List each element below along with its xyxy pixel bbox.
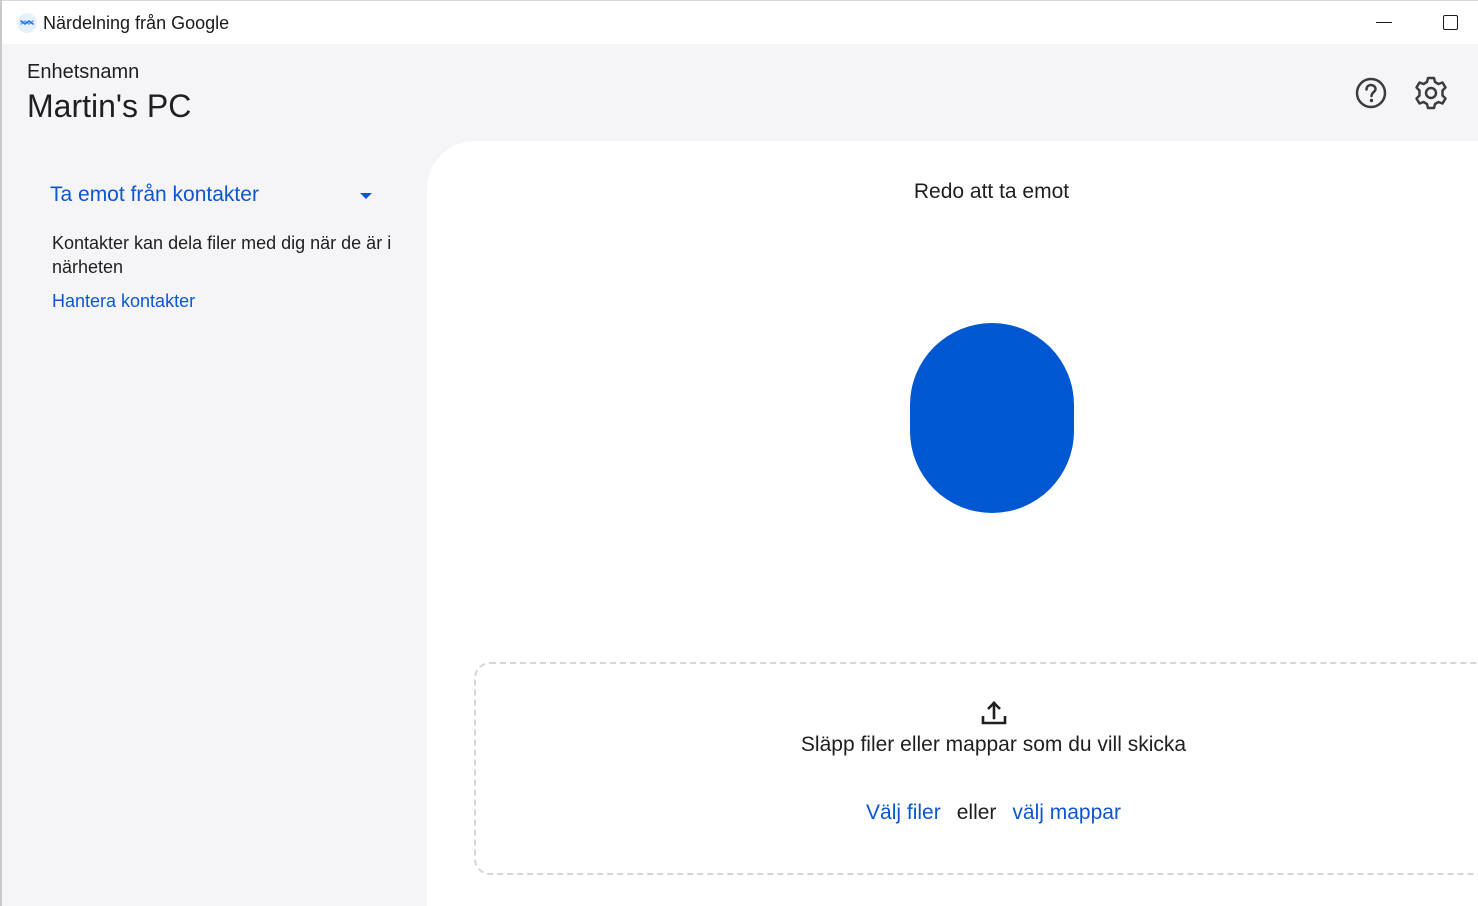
device-blob bbox=[910, 323, 1074, 513]
caret-down-icon bbox=[360, 193, 372, 199]
device-name: Martin's PC bbox=[27, 88, 192, 124]
minimize-icon bbox=[1376, 22, 1392, 23]
maximize-icon bbox=[1443, 15, 1458, 30]
file-dropzone[interactable]: Släpp filer eller mappar som du vill ski… bbox=[474, 662, 1478, 875]
help-icon bbox=[1355, 77, 1387, 109]
app-window: Närdelning från Google Enhetsnamn Martin… bbox=[0, 0, 1478, 906]
nearby-share-icon bbox=[17, 13, 37, 33]
dropzone-prompt: Släpp filer eller mappar som du vill ski… bbox=[800, 733, 1187, 756]
maximize-button[interactable] bbox=[1422, 1, 1478, 45]
choose-folders-link[interactable]: välj mappar bbox=[1012, 801, 1121, 824]
receive-panel: Redo att ta emot Släpp filer eller mappa… bbox=[427, 141, 1478, 906]
choose-row: Välj filer eller välj mappar bbox=[476, 801, 1478, 825]
device-name-label: Enhetsnamn bbox=[27, 61, 140, 83]
minimize-button[interactable] bbox=[1354, 1, 1410, 45]
gear-icon bbox=[1415, 76, 1447, 110]
title-bar: Närdelning från Google bbox=[2, 0, 1478, 44]
or-text: eller bbox=[956, 801, 997, 824]
visibility-description: Kontakter kan dela filer med dig när de … bbox=[52, 233, 392, 277]
manage-contacts-link[interactable]: Hantera kontakter bbox=[52, 291, 195, 312]
status-text: Redo att ta emot bbox=[913, 180, 1070, 203]
window-title: Närdelning från Google bbox=[43, 13, 230, 33]
choose-files-link[interactable]: Välj filer bbox=[866, 801, 941, 824]
help-button[interactable] bbox=[1351, 73, 1391, 113]
visibility-dropdown[interactable]: Ta emot från kontakter bbox=[50, 180, 380, 212]
settings-button[interactable] bbox=[1411, 73, 1451, 113]
visibility-selected-label: Ta emot från kontakter bbox=[50, 183, 259, 206]
upload-icon bbox=[981, 701, 1007, 725]
